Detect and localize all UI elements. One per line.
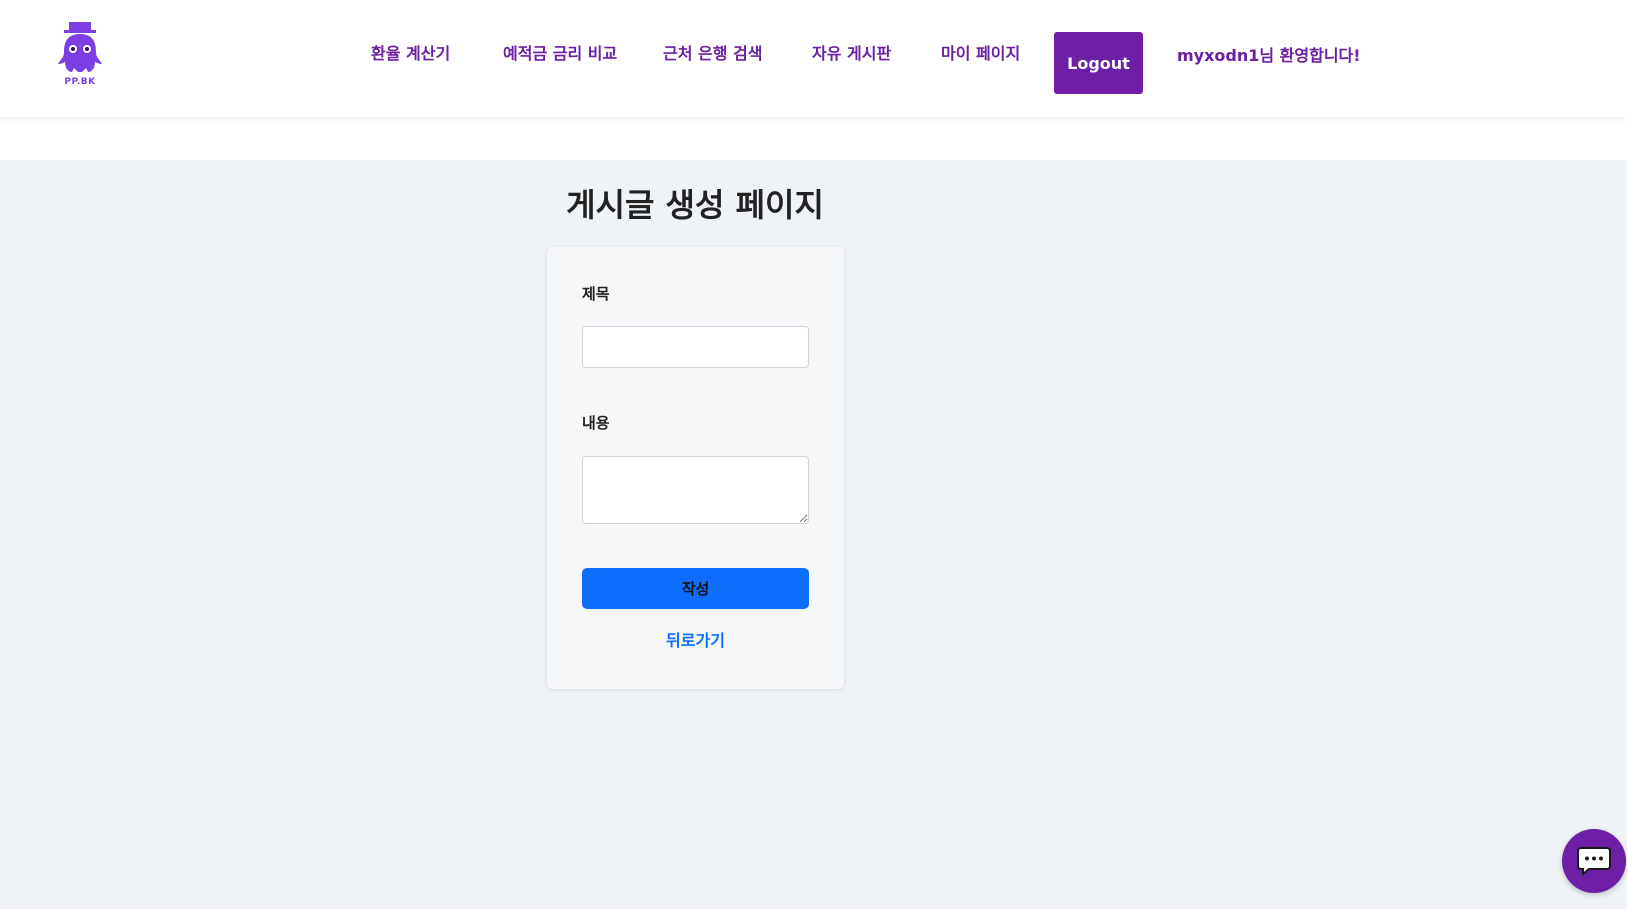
chat-bubble-icon: [1577, 847, 1611, 876]
nav-my-page[interactable]: 마이 페이지: [941, 40, 1020, 64]
submit-button[interactable]: 작성: [582, 568, 809, 609]
back-link[interactable]: 뒤로가기: [582, 627, 809, 651]
content-label: 내용: [582, 414, 610, 432]
header-strip: [0, 117, 1627, 160]
site-logo[interactable]: PP.BK: [56, 22, 104, 90]
content-textarea[interactable]: [582, 456, 809, 524]
post-create-form: 제목 내용 작성 뒤로가기: [547, 247, 844, 689]
nav-nearby-bank-search[interactable]: 근처 은행 검색: [663, 40, 762, 64]
nav-exchange-calculator[interactable]: 환율 계산기: [371, 40, 450, 64]
top-navbar: PP.BK 환율 계산기 예적금 금리 비교 근처 은행 검색 자유 게시판 마…: [0, 0, 1627, 117]
title-label: 제목: [582, 285, 610, 303]
nav-interest-compare[interactable]: 예적금 금리 비교: [503, 40, 617, 64]
welcome-message: myxodn1님 환영합니다!: [1177, 46, 1361, 65]
logout-button[interactable]: Logout: [1054, 32, 1143, 94]
mascot-logo-icon: [58, 22, 102, 72]
title-input[interactable]: [582, 326, 809, 368]
logo-text: PP.BK: [64, 77, 96, 87]
chat-button[interactable]: [1562, 829, 1626, 893]
page-title: 게시글 생성 페이지: [566, 186, 824, 224]
nav-free-board[interactable]: 자유 게시판: [812, 40, 891, 64]
